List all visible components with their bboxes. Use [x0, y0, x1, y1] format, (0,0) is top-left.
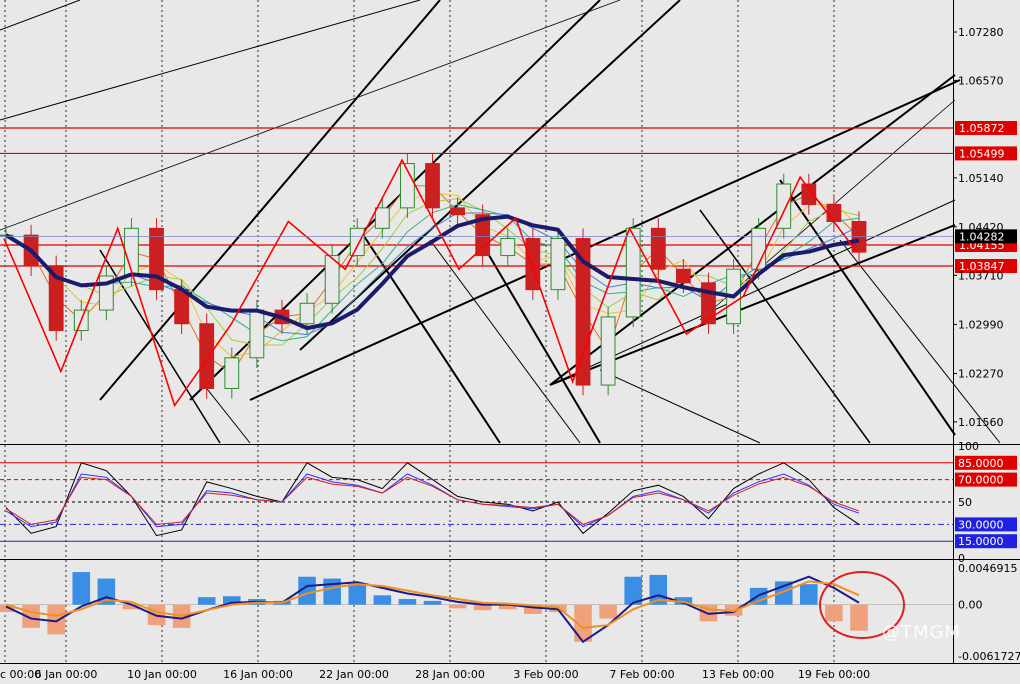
watermark-text: @TMGM	[882, 622, 962, 643]
stochastic-tick-label: 100	[958, 440, 979, 453]
time-tick-label: 13 Feb 00:00	[702, 668, 774, 681]
macd-histogram-bar	[348, 584, 367, 605]
candle-body	[374, 207, 390, 229]
chart-background	[0, 0, 1020, 684]
candle-body	[450, 207, 465, 216]
time-tick-label: 16 Jan 00:00	[223, 668, 293, 681]
macd-tick-label: -0.0061727	[958, 650, 1020, 663]
stochastic-tick-label: 50	[958, 496, 972, 509]
candle-body	[199, 323, 215, 389]
price-tick-label: 1.04420	[958, 221, 1004, 234]
price-tick-label: 1.02270	[958, 367, 1004, 380]
stochastic-tick-label: 70.0000	[958, 474, 1004, 487]
candle-body	[625, 227, 641, 318]
macd-histogram-bar	[825, 604, 843, 622]
macd-histogram-bar	[599, 604, 617, 619]
macd-histogram-bar	[448, 604, 467, 609]
candle-body	[550, 238, 566, 291]
candle-body	[224, 357, 240, 389]
price-tick-label: 1.05140	[958, 172, 1004, 185]
price-tick-label: 1.02990	[958, 318, 1004, 331]
price-tick-label: 1.07280	[958, 26, 1004, 39]
chart-stage: c 00:00 6 Jan 00:00 10 Jan 00:00 16 Jan 00:…	[0, 0, 1020, 684]
price-tick-label: 1.01560	[958, 416, 1004, 429]
candle-body	[500, 238, 516, 257]
macd-histogram-bar	[47, 604, 65, 635]
time-tick-label: 19 Feb 00:00	[798, 668, 870, 681]
candle-body	[600, 316, 616, 386]
time-tick-label: 6 Jan 00:00	[35, 668, 98, 681]
candle-body	[425, 163, 440, 209]
time-tick-label: 28 Jan 00:00	[415, 668, 485, 681]
stochastic-tick-label: 30.0000	[958, 518, 1004, 531]
price-tick-label: 1.03710	[958, 269, 1004, 282]
macd-histogram-bar	[800, 584, 818, 605]
macd-histogram-bar	[323, 578, 341, 605]
candle-body	[701, 282, 716, 325]
macd-histogram-bar	[197, 597, 216, 605]
candle-body	[826, 203, 842, 222]
macd-tick-label: 0.0046915	[958, 562, 1018, 575]
macd-histogram-bar	[72, 572, 91, 605]
macd-histogram-bar	[373, 595, 392, 605]
level-price-label: 1.05499	[959, 147, 1005, 160]
time-tick-label: 3 Feb 00:00	[513, 668, 578, 681]
candle-body	[299, 302, 315, 325]
macd-histogram-bar	[398, 599, 417, 605]
time-tick-label: 10 Jan 00:00	[127, 668, 197, 681]
stochastic-tick-label: 85.0000	[958, 457, 1004, 470]
candle-body	[650, 227, 666, 270]
stochastic-tick-label: 15.0000	[958, 535, 1004, 548]
candle-body	[675, 268, 691, 284]
level-price-label: 1.05872	[959, 122, 1005, 135]
price-tick-label: 1.06570	[958, 74, 1004, 87]
time-tick-label: 7 Feb 00:00	[609, 668, 674, 681]
forex-chart: c 00:006 Jan 00:00 10 Jan 00:00 16 Jan 00:…	[0, 0, 1020, 684]
candle-body	[349, 227, 365, 257]
macd-histogram-bar	[423, 600, 442, 605]
candle-body	[249, 309, 265, 359]
macd-histogram-bar	[850, 604, 868, 631]
macd-tick-label: 0.00	[958, 599, 983, 612]
time-tick-label: 22 Jan 00:00	[319, 668, 389, 681]
